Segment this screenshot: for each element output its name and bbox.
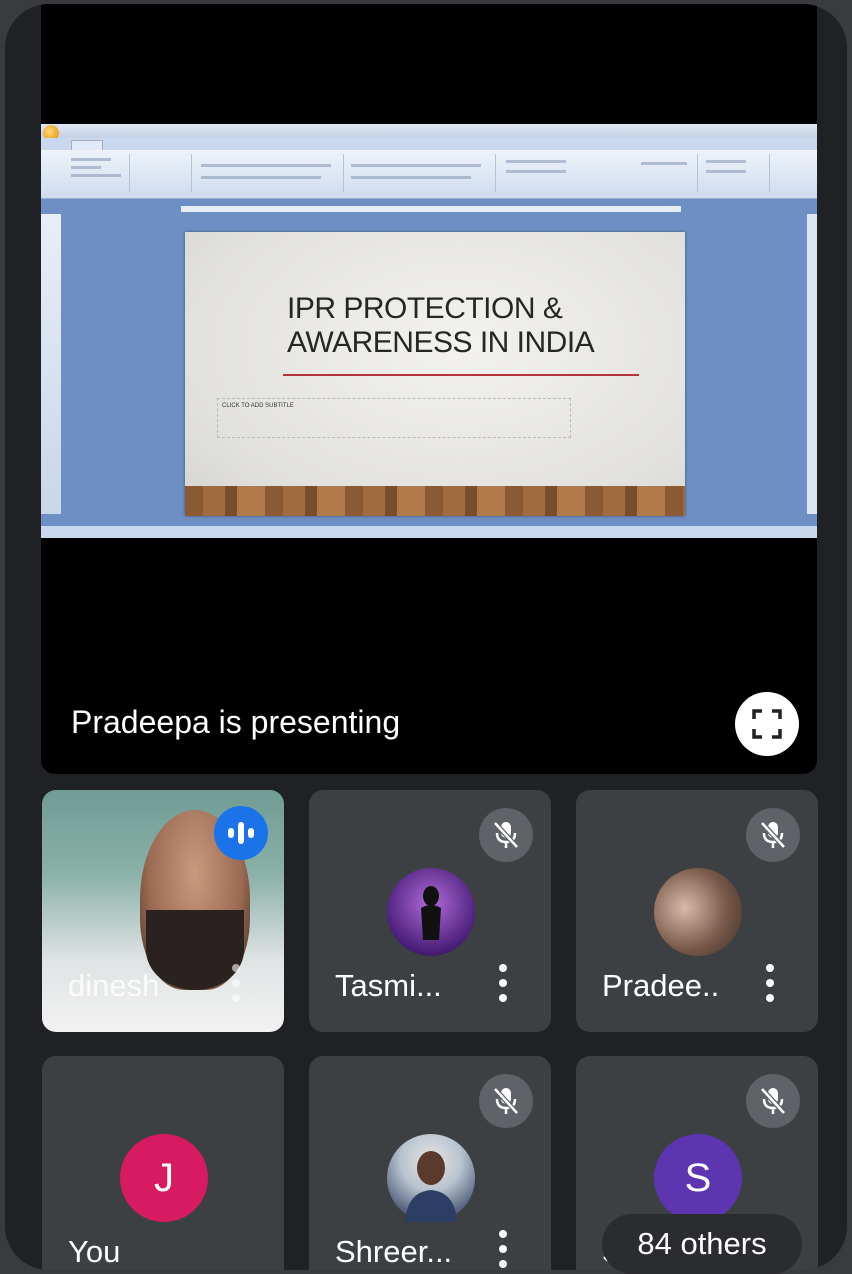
participant-name: You (68, 1234, 121, 1269)
participant-avatar (387, 1134, 475, 1222)
presentation-stage[interactable]: IPR PROTECTION & AWARENESS IN INDIA CLIC… (41, 4, 817, 774)
more-options-icon[interactable] (232, 964, 240, 1002)
participant-avatar: J (120, 1134, 208, 1222)
mic-off-icon (479, 808, 533, 862)
participant-avatar: S (654, 1134, 742, 1222)
participant-tile-dinesh[interactable]: dinesh (42, 790, 284, 1032)
participant-tile-tasmi[interactable]: Tasmi... (309, 790, 551, 1032)
participant-tile-pradeepa[interactable]: Pradee.. (576, 790, 818, 1032)
fullscreen-button[interactable] (735, 692, 799, 756)
others-count-chip[interactable]: 84 others (602, 1214, 802, 1274)
participant-name: Tasmi... (335, 968, 442, 1003)
ppt-ribbon-tabs (41, 138, 817, 151)
participant-tile-you[interactable]: J You (42, 1056, 284, 1270)
ppt-ribbon (41, 150, 817, 199)
participant-tile-shreer[interactable]: Shreer... (309, 1056, 551, 1270)
ppt-scrollbar (807, 214, 817, 514)
more-options-icon[interactable] (499, 1230, 507, 1268)
mic-off-icon (479, 1074, 533, 1128)
slide-wood-floor (185, 486, 685, 516)
slide-subtitle-placeholder: CLICK TO ADD SUBTITLE (217, 398, 571, 438)
participant-name: dinesh (68, 968, 160, 1003)
participant-avatar (654, 868, 742, 956)
more-options-icon[interactable] (499, 964, 507, 1002)
speaking-indicator-icon (214, 806, 268, 860)
ppt-title-bar (41, 124, 817, 138)
mic-off-icon (746, 1074, 800, 1128)
shared-screen-powerpoint: IPR PROTECTION & AWARENESS IN INDIA CLIC… (41, 124, 817, 538)
presenting-label: Pradeepa is presenting (71, 704, 401, 740)
slide-title: IPR PROTECTION & AWARENESS IN INDIA (287, 292, 595, 359)
ppt-status-bar (41, 526, 817, 538)
slide: IPR PROTECTION & AWARENESS IN INDIA CLIC… (185, 232, 685, 516)
mic-off-icon (746, 808, 800, 862)
fullscreen-icon (752, 709, 782, 739)
ppt-slides-pane (41, 214, 61, 514)
participant-avatar (387, 868, 475, 956)
slide-title-underline (283, 374, 639, 376)
meet-screen: IPR PROTECTION & AWARENESS IN INDIA CLIC… (5, 4, 847, 1270)
ppt-ruler (181, 206, 681, 212)
more-options-icon[interactable] (766, 964, 774, 1002)
participant-name: Pradee.. (602, 968, 720, 1003)
participant-name: Shreer... (335, 1234, 453, 1269)
